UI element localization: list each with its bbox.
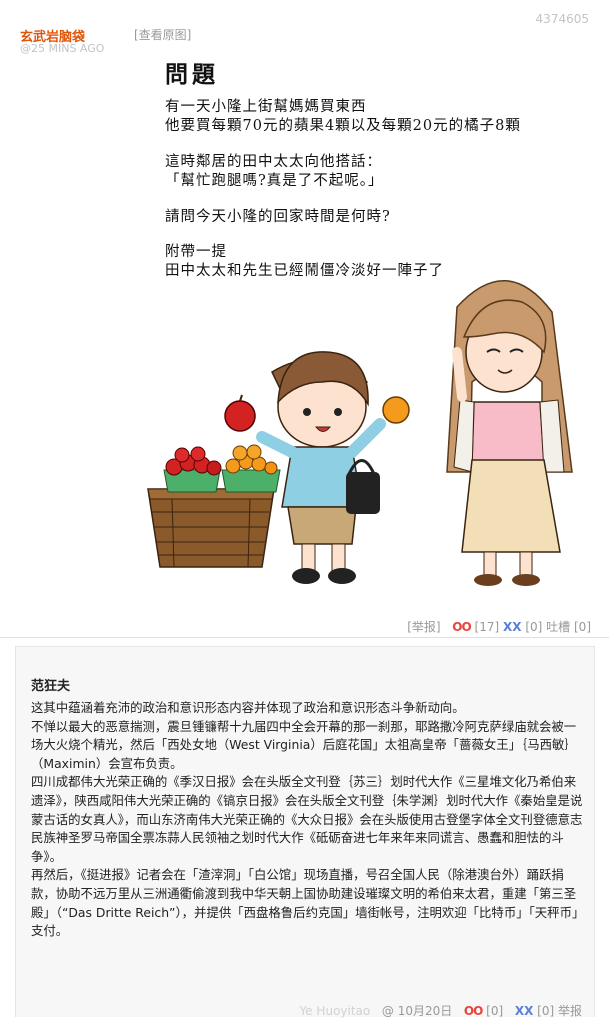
- comment-xx-count: [0]: [537, 1004, 555, 1018]
- oo-vote-button[interactable]: OO: [452, 620, 471, 634]
- comment-card: 范狂夫 这其中蕴涵着充沛的政治和意识形态内容并体现了政治和意识形态斗争新动向。 …: [15, 646, 595, 1019]
- comment-paragraph: 这其中蕴涵着充沛的政治和意识形态内容并体现了政治和意识形态斗争新动向。: [31, 700, 465, 715]
- comment-xx-button[interactable]: XX: [515, 1004, 534, 1018]
- fruit-crate-icon: [147, 444, 281, 568]
- post-id: 4374605: [535, 12, 589, 26]
- post-card: 玄武岩脑袋 @25 MINS AGO [查看原图] 4374605 問題 有一天…: [0, 0, 609, 638]
- shopping-illustration: [147, 280, 573, 586]
- xx-vote-button[interactable]: XX: [503, 620, 522, 634]
- comment-date: @ 10月20日: [381, 1004, 453, 1018]
- view-original-link[interactable]: [查看原图]: [134, 26, 191, 43]
- tucao-button[interactable]: 吐槽: [546, 620, 570, 634]
- comment-paragraph: 不惮以最大的恶意揣测，震旦锺镰帮十九届四中全会开幕的那一刹那，耶路撒冷阿克萨绿庙…: [31, 718, 577, 771]
- post-image[interactable]: 問題 有一天小隆上街幫媽媽買東西 他要買每顆70元的蘋果4顆以及每顆20元的橘子…: [112, 52, 592, 607]
- comment-obscured-text: Ye Huoyitao: [299, 1004, 371, 1018]
- post-actions: [举报] OO [17] XX [0] 吐槽 [0]: [407, 618, 591, 635]
- comment-paragraph: 再然后，《挺进报》记者会在「渣滓洞」「白公馆」现场直播，号召全国人民（除港澳台外…: [31, 867, 579, 939]
- neighbor-woman-icon: [446, 280, 573, 586]
- xx-count: [0]: [525, 620, 543, 634]
- comment-author[interactable]: 范狂夫: [31, 675, 70, 694]
- oo-count: [17]: [474, 620, 500, 634]
- comment-footer: Ye Huoyitao @ 10月20日 OO [0] XX [0] 举报: [300, 1002, 583, 1019]
- post-time: @25 MINS AGO: [20, 42, 105, 55]
- comment-paragraph: 四川成都伟大光荣正确的《季汉日报》会在头版全文刊登｛苏三｝划时代大作《三星堆文化…: [31, 774, 583, 864]
- comment-report-button[interactable]: 举报: [558, 1004, 582, 1018]
- comment-body: 这其中蕴涵着充沛的政治和意识形态内容并体现了政治和意识形态斗争新动向。 不惮以最…: [31, 699, 583, 941]
- tucao-count: [0]: [574, 620, 591, 634]
- report-button[interactable]: [举报]: [407, 620, 440, 634]
- comment-oo-count: [0]: [486, 1004, 504, 1018]
- comment-oo-button[interactable]: OO: [464, 1004, 483, 1018]
